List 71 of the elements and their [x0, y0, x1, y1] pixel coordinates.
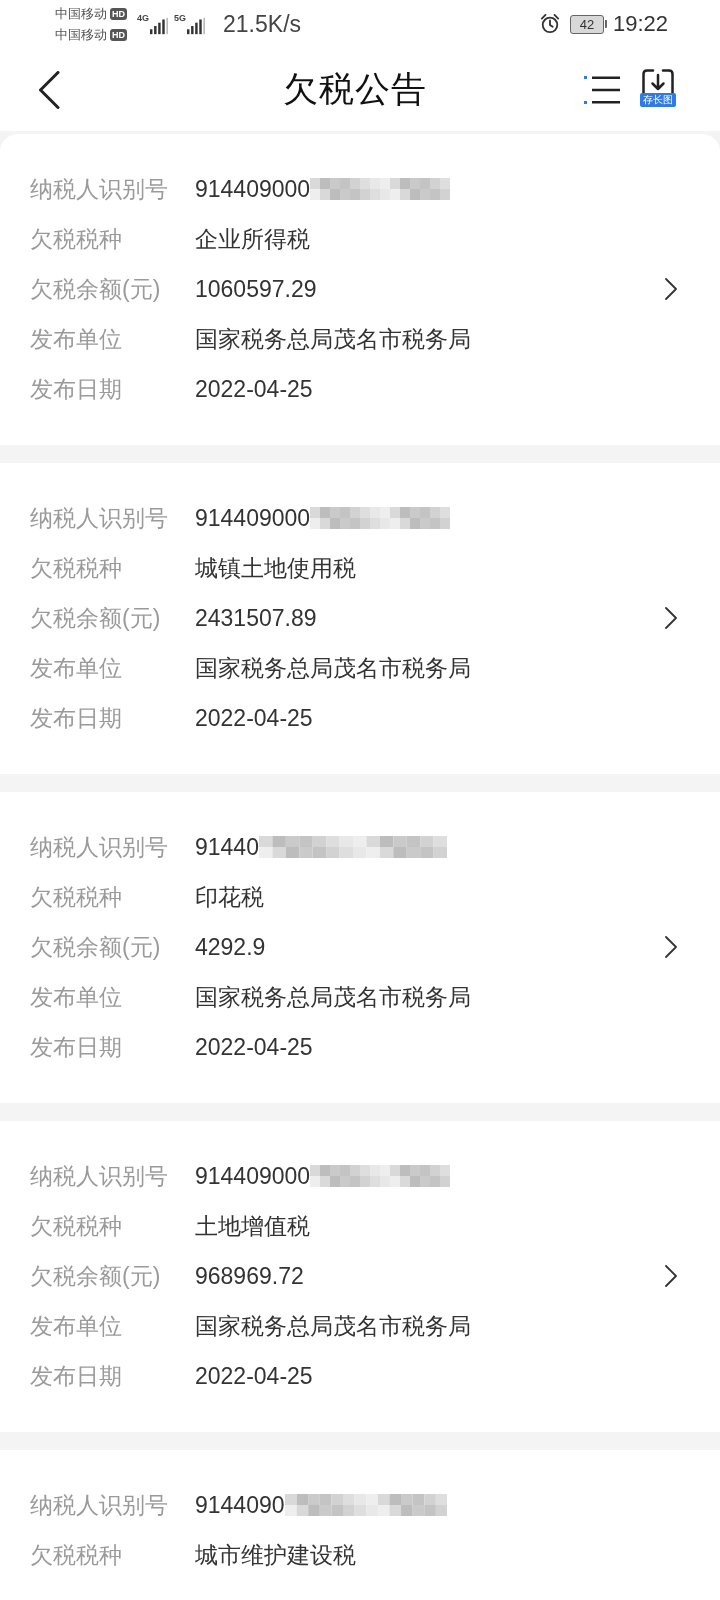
field-label: 发布日期 [30, 1032, 123, 1062]
field-label: 欠税税种 [30, 882, 123, 912]
carrier-name: 中国移动 [55, 25, 107, 44]
field-value: 印花税 [195, 882, 264, 912]
field-value: 2022-04-25 [195, 375, 313, 403]
hd-indicator: HD [110, 28, 127, 41]
field-value: 城镇土地使用税 [195, 553, 356, 583]
save-long-image-button[interactable]: 存长图 [640, 68, 676, 111]
field-value: 国家税务总局茂名市税务局 [195, 982, 471, 1012]
field-value: 企业所得税 [195, 224, 310, 254]
field-value: 国家税务总局茂名市税务局 [195, 1311, 471, 1341]
field-label: 欠税余额(元) [30, 274, 162, 304]
field-label: 纳税人识别号 [30, 174, 169, 204]
notice-card[interactable]: 纳税人识别号 914409000 欠税税种 企业所得税 欠税余额(元) 1060597.29 发布单位 国家税务总局茂名市税务局 发布日期 2022-04-25 [0, 134, 720, 445]
list-button[interactable] [584, 74, 620, 105]
list-icon [584, 74, 620, 105]
notice-card[interactable]: 纳税人识别号 91440 欠税税种 印花税 欠税余额(元) 4292.9 发布单位 国家税务总局茂名市税务局 发布日期 2022-04-25 [0, 792, 720, 1103]
field-label: 纳税人识别号 [30, 1490, 169, 1520]
field-value: 1060597.29 [195, 275, 317, 303]
field-value: 国家税务总局茂名市税务局 [195, 324, 471, 354]
field-label: 发布单位 [30, 1311, 123, 1341]
notice-card[interactable]: 纳税人识别号 914409000 欠税税种 土地增值税 欠税余额(元) 968969.72 发布单位 国家税务总局茂名市税务局 发布日期 2022-04-25 [0, 1121, 720, 1432]
field-value: 914409000 [195, 504, 311, 532]
battery-indicator: 42 [569, 14, 607, 34]
field-label: 欠税税种 [30, 553, 123, 583]
field-value: 城市维护建设税 [195, 1540, 356, 1570]
network-type: 5G [174, 13, 187, 23]
field-label: 发布日期 [30, 703, 123, 733]
field-label: 纳税人识别号 [30, 832, 169, 862]
field-value: 2431507.89 [195, 604, 317, 632]
field-value: 土地增值税 [195, 1211, 310, 1241]
hd-indicator: HD [110, 7, 127, 20]
field-label: 欠税余额(元) [30, 932, 162, 962]
back-button[interactable] [38, 70, 60, 109]
chevron-right-icon [665, 278, 677, 300]
field-value: 914409000 [195, 1162, 311, 1190]
field-label: 欠税税种 [30, 1540, 123, 1570]
notice-card[interactable]: 纳税人识别号 9144090 欠税税种 城市维护建设税 [0, 1450, 720, 1600]
page-title: 欠税公告 [283, 68, 427, 110]
field-value: 91440 [195, 833, 259, 861]
signal-icon [187, 17, 206, 35]
back-icon [38, 70, 60, 109]
chevron-right-icon [665, 1265, 677, 1287]
field-label: 欠税余额(元) [30, 603, 162, 633]
chevron-right-icon [665, 936, 677, 958]
field-value: 968969.72 [195, 1262, 304, 1290]
field-label: 发布单位 [30, 982, 123, 1012]
clock-time: 19:22 [612, 11, 668, 37]
network-type: 4G [137, 13, 149, 23]
network-speed: 21.5K/s [223, 10, 302, 38]
field-label: 纳税人识别号 [30, 1161, 169, 1191]
field-label: 发布单位 [30, 324, 123, 354]
signal-icon [150, 17, 168, 35]
field-label: 发布日期 [30, 374, 123, 404]
field-value: 9144090 [195, 1491, 285, 1519]
field-label: 欠税税种 [30, 224, 123, 254]
field-value: 2022-04-25 [195, 1033, 313, 1061]
field-label: 欠税余额(元) [30, 1261, 162, 1291]
field-value: 914409000 [195, 175, 311, 203]
field-value: 国家税务总局茂名市税务局 [195, 653, 471, 683]
carrier-name: 中国移动 [55, 4, 107, 23]
field-value: 4292.9 [195, 933, 266, 961]
field-label: 发布单位 [30, 653, 123, 683]
field-value: 2022-04-25 [195, 704, 313, 732]
chevron-right-icon [665, 607, 677, 629]
alarm-icon [539, 14, 560, 34]
field-label: 发布日期 [30, 1361, 123, 1391]
notice-card[interactable]: 纳税人识别号 914409000 欠税税种 城镇土地使用税 欠税余额(元) 2431507.89 发布单位 国家税务总局茂名市税务局 发布日期 2022-04-25 [0, 463, 720, 774]
field-label: 纳税人识别号 [30, 503, 169, 533]
field-label: 欠税税种 [30, 1211, 123, 1241]
field-value: 2022-04-25 [195, 1362, 313, 1390]
